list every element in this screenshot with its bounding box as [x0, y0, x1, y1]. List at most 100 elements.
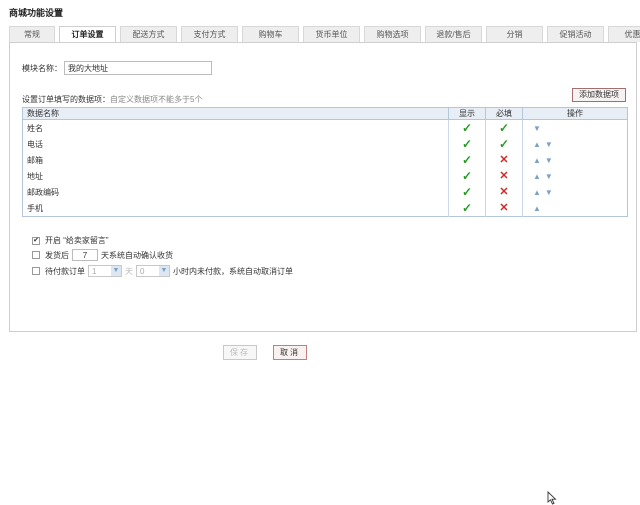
checkmark-icon: ✓ [498, 137, 510, 151]
ops-cell: ▼ [522, 119, 628, 136]
save-button[interactable]: 保存 [223, 345, 257, 360]
checkmark-icon: ✓ [461, 137, 473, 151]
tab-7[interactable]: 退款/售后 [425, 26, 482, 42]
field-name: 手机 [27, 203, 43, 213]
required-cell[interactable]: ✓ [485, 119, 523, 136]
table-row: 邮政编码 ✓ ✕ ▲ ▼ [23, 184, 628, 200]
tab-2[interactable]: 配送方式 [120, 26, 177, 42]
required-cell[interactable]: ✓ [485, 136, 523, 152]
cancel-button[interactable]: 取消 [273, 345, 307, 360]
cross-icon: ✕ [499, 202, 509, 214]
fields-hint: 设置订单填写的数据项：自定义数据项不能多于5个 [22, 94, 202, 105]
required-cell[interactable]: ✕ [485, 152, 523, 168]
auto-cancel-before: 待付款订单 [45, 266, 85, 276]
show-cell[interactable]: ✓ [448, 119, 486, 136]
tab-3[interactable]: 支付方式 [181, 26, 238, 42]
header-show: 显示 [448, 107, 486, 120]
mouse-cursor-icon [547, 491, 557, 505]
chevron-down-icon: ▼ [159, 266, 169, 276]
module-name-label: 模块名称： [22, 63, 62, 73]
show-cell[interactable]: ✓ [448, 184, 486, 200]
show-cell[interactable]: ✓ [448, 168, 486, 184]
cross-icon: ✕ [499, 154, 509, 166]
ops-cell: ▲ ▼ [522, 168, 628, 184]
tab-8[interactable]: 分销 [486, 26, 543, 42]
arrow-down-icon[interactable]: ▼ [545, 188, 553, 197]
field-name: 电话 [27, 139, 43, 149]
header-ops: 操作 [522, 107, 628, 120]
fields-hint-sub: 自定义数据项不能多于5个 [110, 95, 203, 104]
required-cell[interactable]: ✕ [485, 168, 523, 184]
module-name-row: 模块名称： [22, 61, 212, 75]
auto-cancel-day-value: 1 [92, 266, 97, 276]
arrow-up-icon[interactable]: ▲ [533, 204, 541, 213]
field-name: 姓名 [27, 123, 43, 133]
arrow-down-icon[interactable]: ▼ [545, 156, 553, 165]
arrow-down-icon[interactable]: ▼ [545, 140, 553, 149]
header-required: 必填 [485, 107, 523, 120]
arrow-up-icon[interactable]: ▲ [533, 156, 541, 165]
arrow-up-icon[interactable]: ▲ [533, 172, 541, 181]
auto-cancel-day-select[interactable]: 1 ▼ [88, 265, 122, 277]
arrow-down-icon[interactable]: ▼ [545, 172, 553, 181]
fields-hint-main: 设置订单填写的数据项： [22, 95, 110, 104]
table-row: 邮箱 ✓ ✕ ▲ ▼ [23, 152, 628, 168]
chevron-down-icon: ▼ [111, 266, 121, 276]
seller-note-label: 开启 “给卖家留言” [45, 236, 109, 245]
add-field-button[interactable]: 添加数据项 [572, 88, 626, 102]
settings-tabs: 常规订单设置配送方式支付方式购物车货币单位购物选项退款/售后分销促销活动优惠券 [9, 26, 640, 43]
tab-10[interactable]: 优惠券 [608, 26, 640, 42]
tab-1[interactable]: 订单设置 [59, 26, 116, 43]
tab-0[interactable]: 常规 [9, 26, 55, 42]
tab-9[interactable]: 促销活动 [547, 26, 604, 42]
field-name: 邮政编码 [27, 187, 59, 197]
auto-cancel-hour-value: 0 [140, 266, 145, 276]
seller-note-option: ✔ 开启 “给卖家留言” [32, 235, 109, 246]
auto-confirm-checkbox[interactable] [32, 251, 40, 259]
auto-confirm-before: 发货后 [45, 250, 69, 260]
checkmark-icon: ✓ [461, 153, 473, 167]
checkmark-icon: ✓ [461, 169, 473, 183]
order-settings-panel: 模块名称： 设置订单填写的数据项：自定义数据项不能多于5个 添加数据项 数据名称… [9, 42, 637, 332]
auto-confirm-days-input[interactable] [72, 249, 98, 261]
auto-cancel-day-unit: 天 [125, 266, 133, 276]
ops-cell: ▲ ▼ [522, 184, 628, 200]
show-cell[interactable]: ✓ [448, 152, 486, 168]
table-header-row: 数据名称 显示 必填 操作 [22, 107, 628, 120]
seller-note-checkbox[interactable]: ✔ [32, 236, 40, 245]
auto-confirm-after: 天系统自动确认收货 [101, 250, 173, 260]
field-name: 地址 [27, 171, 43, 181]
auto-cancel-checkbox[interactable] [32, 267, 40, 275]
arrow-down-icon[interactable]: ▼ [533, 124, 541, 133]
module-name-input[interactable] [64, 61, 212, 75]
ops-cell: ▲ ▼ [522, 152, 628, 168]
checkmark-icon: ✓ [461, 121, 473, 135]
ops-cell: ▲ ▼ [522, 136, 628, 152]
cross-icon: ✕ [499, 186, 509, 198]
tab-4[interactable]: 购物车 [242, 26, 299, 42]
checkmark-icon: ✓ [461, 185, 473, 199]
show-cell[interactable]: ✓ [448, 136, 486, 152]
required-cell[interactable]: ✕ [485, 184, 523, 200]
cross-icon: ✕ [499, 170, 509, 182]
order-fields-table: 数据名称 显示 必填 操作 姓名 ✓ ✓ ▼ 电话 ✓ ✓ ▲ ▼ 邮箱 ✓ ✕ ▲ ▼ 地址 ✓ ✕ ▲ ▼ 邮政编… [22, 107, 628, 217]
arrow-up-icon[interactable]: ▲ [533, 188, 541, 197]
required-cell[interactable]: ✕ [485, 200, 523, 217]
ops-cell: ▲ [522, 200, 628, 217]
auto-cancel-after: 小时内未付款，系统自动取消订单 [173, 266, 293, 276]
table-row: 手机 ✓ ✕ ▲ [23, 200, 628, 217]
auto-cancel-hour-select[interactable]: 0 ▼ [136, 265, 170, 277]
table-row: 电话 ✓ ✓ ▲ ▼ [23, 136, 628, 152]
show-cell[interactable]: ✓ [448, 200, 486, 217]
header-name: 数据名称 [22, 107, 449, 120]
arrow-up-icon[interactable]: ▲ [533, 140, 541, 149]
checkmark-icon: ✓ [461, 201, 473, 215]
tab-5[interactable]: 货币单位 [303, 26, 360, 42]
checkmark-icon: ✓ [498, 121, 510, 135]
auto-cancel-option: 待付款订单 1 ▼ 天 0 ▼ 小时内未付款，系统自动取消订单 [32, 265, 293, 277]
page-title: 商城功能设置 [9, 8, 64, 18]
table-row: 姓名 ✓ ✓ ▼ [23, 119, 628, 136]
tab-6[interactable]: 购物选项 [364, 26, 421, 42]
table-row: 地址 ✓ ✕ ▲ ▼ [23, 168, 628, 184]
field-name: 邮箱 [27, 155, 43, 165]
